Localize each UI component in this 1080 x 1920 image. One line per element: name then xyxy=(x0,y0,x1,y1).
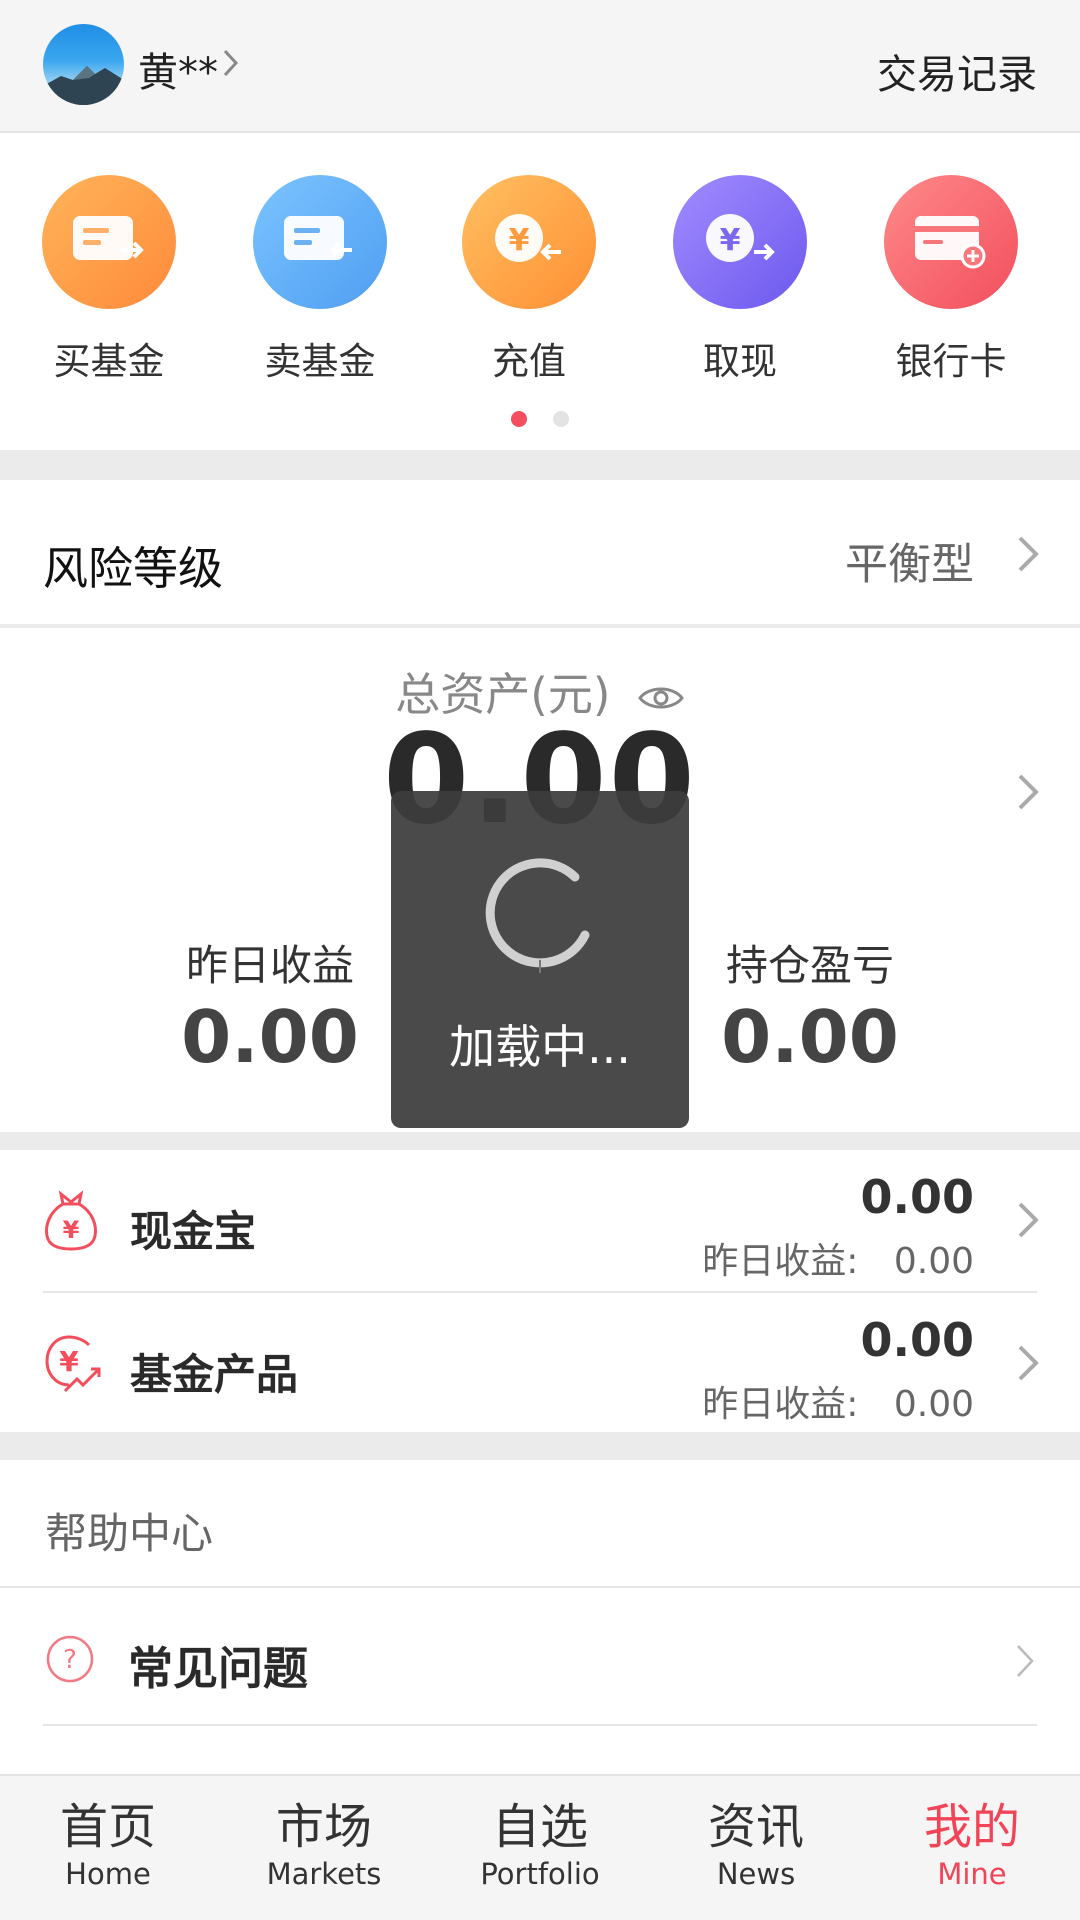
svg-text:¥: ¥ xyxy=(59,1345,79,1378)
product-amount: 0.00 xyxy=(860,1313,975,1367)
page-dot-1[interactable] xyxy=(511,411,528,427)
nav-home-sublabel: Home xyxy=(65,1857,151,1891)
holding-pnl-stat: 持仓盈亏 0.00 xyxy=(680,932,940,1079)
nav-portfolio-label: 自选 xyxy=(491,1799,588,1855)
svg-text:¥: ¥ xyxy=(720,223,741,258)
sell-fund-label: 卖基金 xyxy=(264,340,376,383)
withdraw-label: 取现 xyxy=(703,340,777,383)
svg-text:?: ? xyxy=(63,1645,77,1675)
chevron-right-icon xyxy=(1018,1345,1039,1381)
bank-card-button[interactable]: 银行卡 xyxy=(866,175,1036,385)
product-yesterday-label: 昨日收益: xyxy=(702,1241,859,1282)
nav-mine-sublabel: Mine xyxy=(937,1857,1007,1891)
help-center-header: 帮助中心 xyxy=(0,1460,1080,1588)
faq-row[interactable]: ? 常见问题 xyxy=(0,1590,1080,1726)
withdraw-button[interactable]: ¥ 取现 xyxy=(655,175,825,385)
chevron-right-icon[interactable] xyxy=(222,48,240,78)
question-icon: ? xyxy=(46,1635,94,1683)
quick-actions: 买基金 卖基金 ¥ 充值 ¥ 取现 银行卡 xyxy=(0,135,1080,450)
holding-pnl-label: 持仓盈亏 xyxy=(725,941,894,990)
nav-home-label: 首页 xyxy=(59,1799,156,1855)
pagination-dots xyxy=(0,411,1080,431)
chevron-right-icon xyxy=(1018,1202,1039,1238)
fund-products-row[interactable]: ¥ 基金产品 0.00 昨日收益: 0.00 xyxy=(0,1293,1080,1435)
avatar[interactable] xyxy=(43,24,124,105)
app-root: 黄** 交易记录 买基金 卖基金 ¥ 充值 ¥ 取现 银行卡 风险等级 平衡型 … xyxy=(0,0,1080,1920)
nav-news-label: 资讯 xyxy=(707,1799,804,1855)
product-yesterday-value: 0.00 xyxy=(893,1241,974,1282)
recharge-icon: ¥ xyxy=(462,175,596,309)
svg-text:¥: ¥ xyxy=(509,223,530,258)
sell-fund-button[interactable]: 卖基金 xyxy=(235,175,405,385)
svg-text:¥: ¥ xyxy=(63,1216,80,1244)
spinner-icon xyxy=(485,858,590,973)
product-name: 现金宝 xyxy=(130,1207,257,1256)
nav-markets[interactable]: 市场 Markets xyxy=(216,1798,432,1892)
nav-markets-sublabel: Markets xyxy=(266,1857,382,1891)
yesterday-income-label: 昨日收益 xyxy=(185,941,354,990)
withdraw-icon: ¥ xyxy=(673,175,807,309)
bank-card-icon xyxy=(884,175,1018,309)
money-bag-icon: ¥ xyxy=(45,1190,97,1251)
avatar-image xyxy=(43,66,124,105)
bank-card-label: 银行卡 xyxy=(895,340,1007,383)
nav-markets-label: 市场 xyxy=(275,1799,372,1855)
bottom-nav: 首页 Home 市场 Markets 自选 Portfolio 资讯 News … xyxy=(0,1774,1080,1920)
trade-record-link[interactable]: 交易记录 xyxy=(877,42,1037,100)
product-yesterday-value: 0.00 xyxy=(893,1384,974,1425)
nav-portfolio-sublabel: Portfolio xyxy=(480,1857,600,1891)
buy-fund-icon xyxy=(42,175,176,309)
product-amount: 0.00 xyxy=(860,1170,975,1224)
section-divider xyxy=(0,1132,1080,1150)
yesterday-income-stat: 昨日收益 0.00 xyxy=(140,932,400,1079)
chevron-right-icon xyxy=(1017,1645,1034,1677)
product-yesterday: 昨日收益: 0.00 xyxy=(702,1375,974,1427)
cash-treasure-row[interactable]: ¥ 现金宝 0.00 昨日收益: 0.00 xyxy=(0,1150,1080,1292)
chevron-right-icon xyxy=(1018,536,1039,572)
page-dot-2[interactable] xyxy=(552,411,569,427)
holding-pnl-value: 0.00 xyxy=(721,995,899,1079)
loading-toast: 加载中... xyxy=(391,791,689,1128)
chevron-right-icon[interactable] xyxy=(1016,772,1040,812)
nav-home[interactable]: 首页 Home xyxy=(0,1798,216,1892)
buy-fund-button[interactable]: 买基金 xyxy=(24,175,194,385)
product-yesterday-label: 昨日收益: xyxy=(702,1384,859,1425)
fund-yen-icon: ¥ xyxy=(45,1335,101,1393)
loading-text: 加载中... xyxy=(449,1020,631,1074)
header-bar: 黄** 交易记录 xyxy=(0,0,1080,133)
section-divider xyxy=(0,450,1080,480)
buy-fund-label: 买基金 xyxy=(53,340,165,383)
product-name: 基金产品 xyxy=(130,1350,299,1399)
help-center-title: 帮助中心 xyxy=(45,1509,214,1558)
sell-fund-icon xyxy=(253,175,387,309)
nav-mine[interactable]: 我的 Mine xyxy=(864,1798,1080,1892)
risk-level-row[interactable]: 风险等级 平衡型 xyxy=(0,480,1080,628)
risk-level-title: 风险等级 xyxy=(43,542,224,595)
recharge-label: 充值 xyxy=(492,340,566,383)
faq-label: 常见问题 xyxy=(128,1642,309,1695)
nav-mine-label: 我的 xyxy=(923,1799,1020,1855)
product-yesterday: 昨日收益: 0.00 xyxy=(702,1232,974,1284)
nav-portfolio[interactable]: 自选 Portfolio xyxy=(432,1798,648,1892)
username[interactable]: 黄** xyxy=(138,40,218,98)
nav-news[interactable]: 资讯 News xyxy=(648,1798,864,1892)
row-divider xyxy=(43,1724,1037,1726)
nav-news-sublabel: News xyxy=(716,1857,796,1891)
section-divider xyxy=(0,1432,1080,1460)
risk-level-value: 平衡型 xyxy=(845,540,974,590)
recharge-button[interactable]: ¥ 充值 xyxy=(444,175,614,385)
yesterday-income-value: 0.00 xyxy=(181,995,359,1079)
